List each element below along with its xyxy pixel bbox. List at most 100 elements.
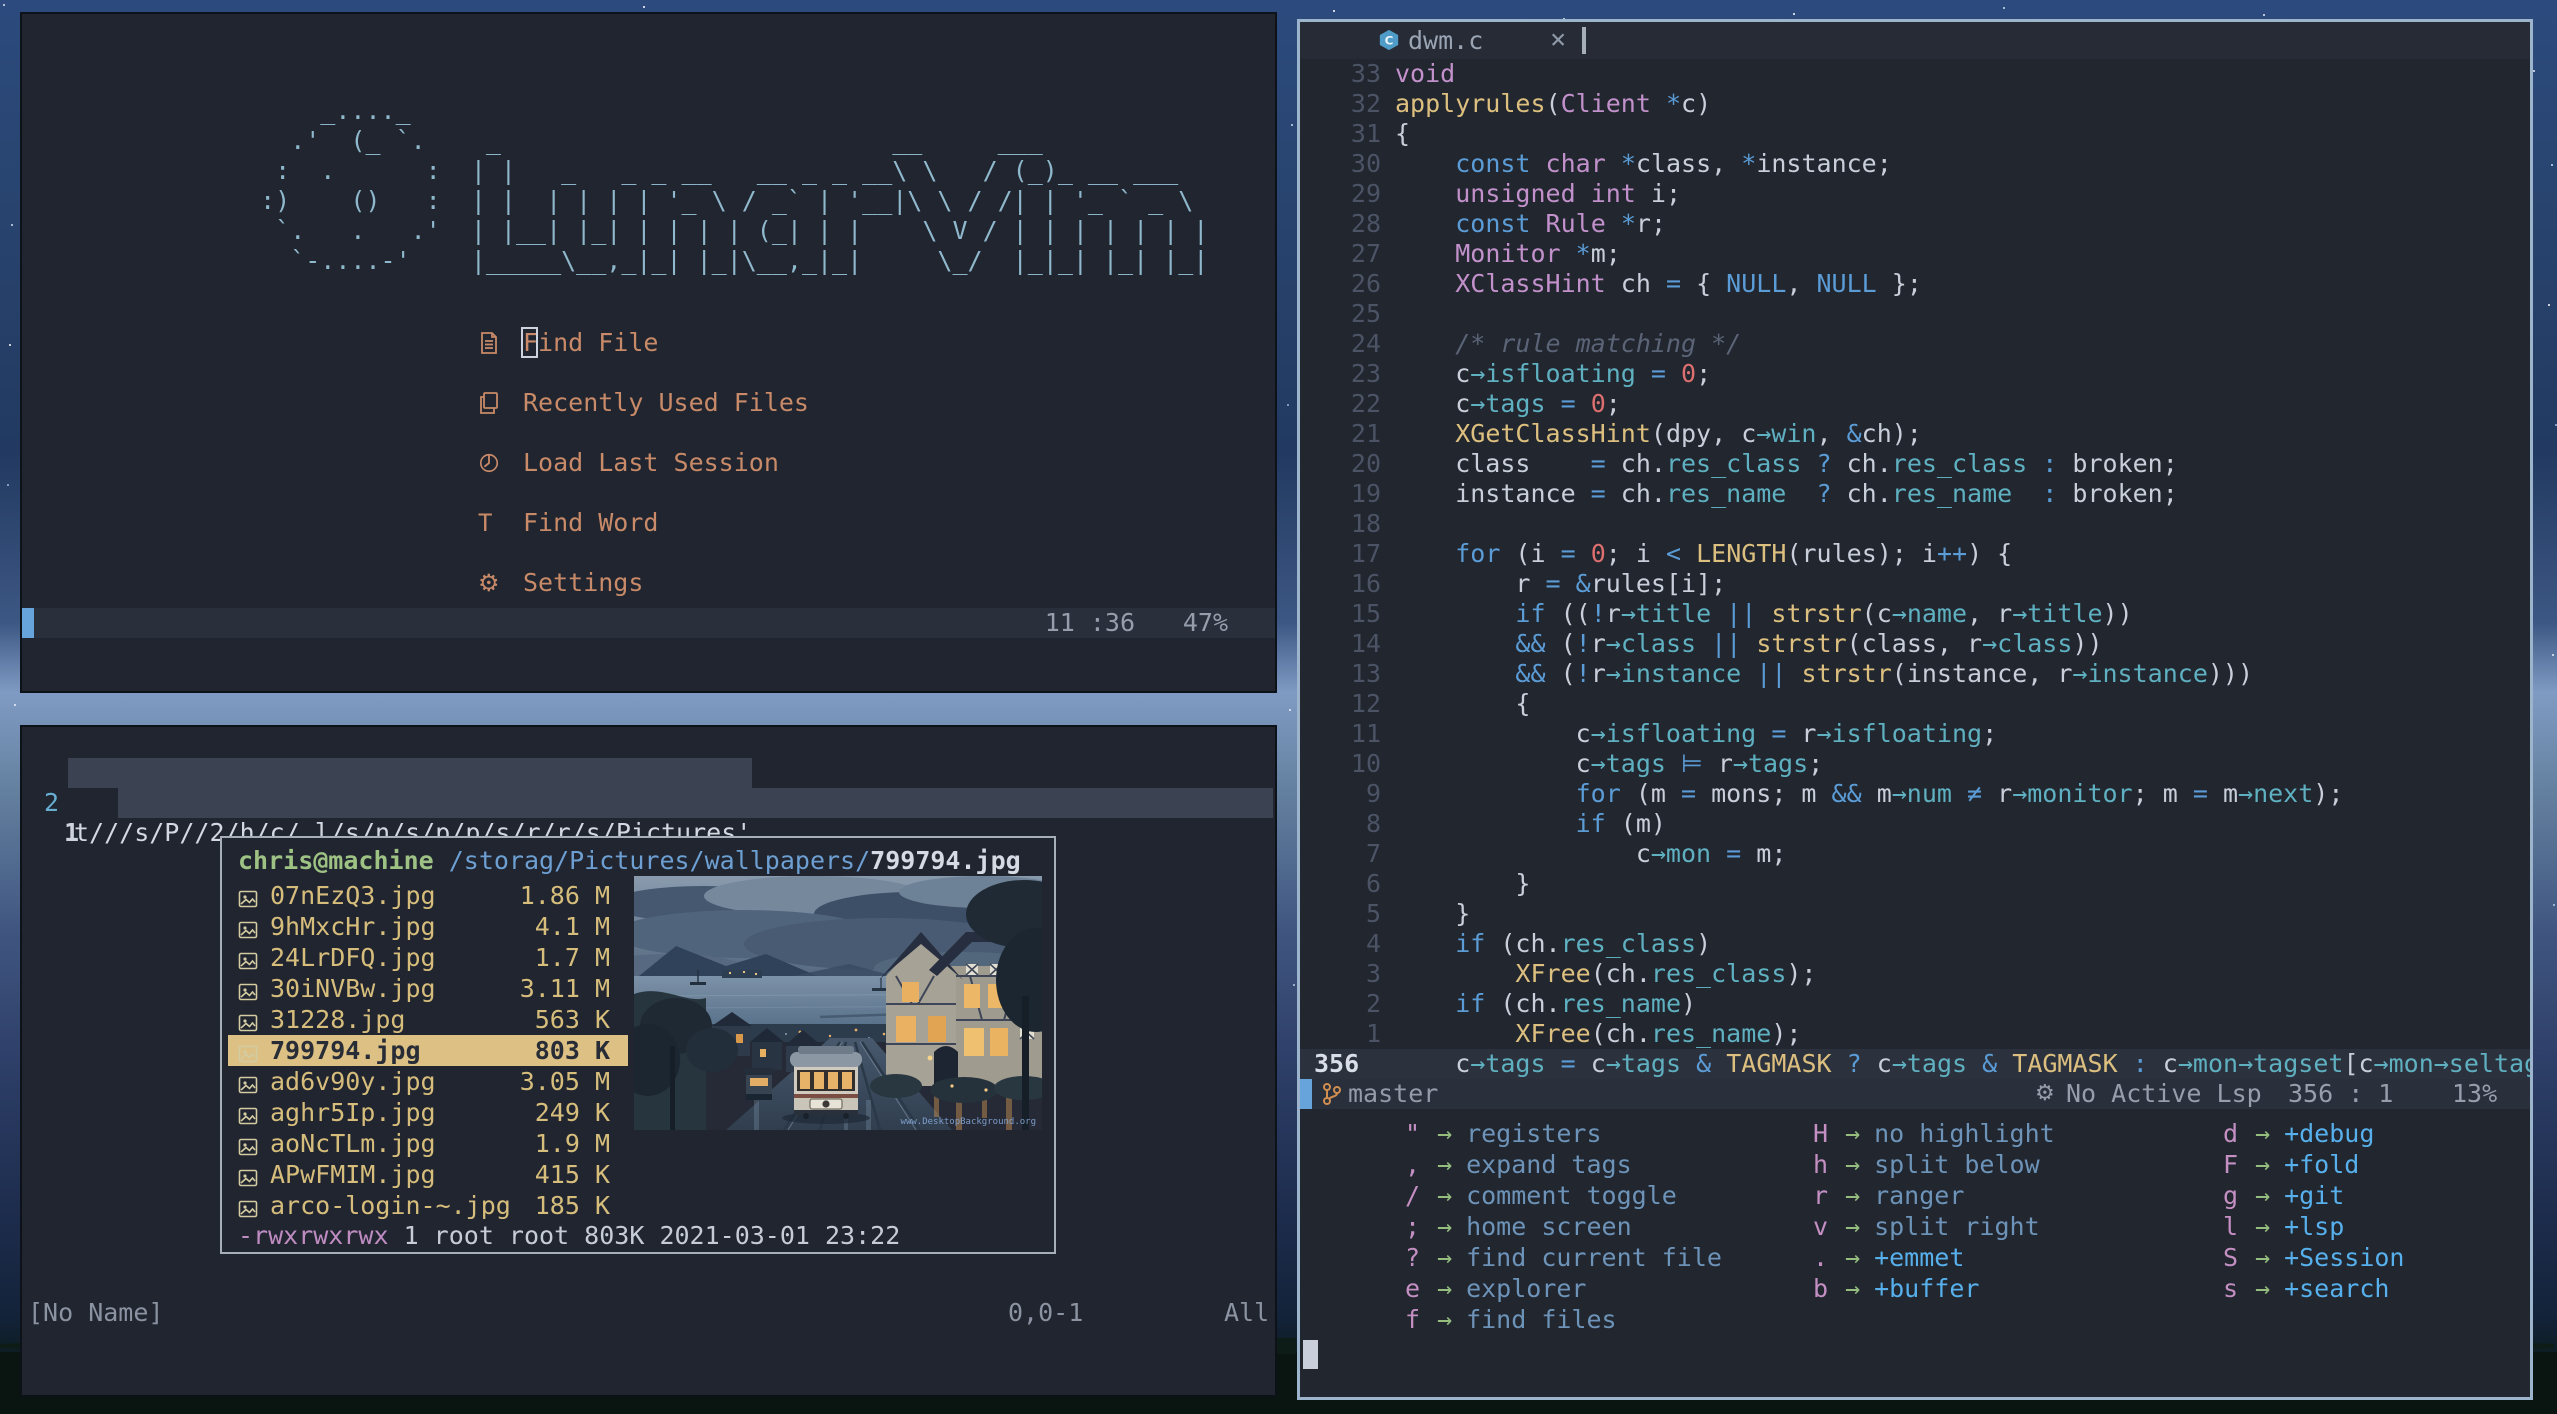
file-row[interactable]: aghr5Ip.jpg 249 K xyxy=(222,1097,632,1128)
menu-item-recently-used-files[interactable]: Recently Used Files xyxy=(478,388,809,418)
whichkey-binding: F → +fold xyxy=(2200,1149,2404,1180)
image-file-icon xyxy=(238,1133,258,1156)
statusline-position: 11 :36 xyxy=(1044,608,1135,637)
code-line[interactable]: 10 c→tags ⊨ r→tags; xyxy=(1300,749,2530,779)
git-branch-icon xyxy=(1323,1083,1341,1105)
whichkey-key: v xyxy=(1812,1212,1828,1241)
code-line[interactable]: 17 for (i = 0; i < LENGTH(rules); i++) { xyxy=(1300,539,2530,569)
whichkey-key: F xyxy=(2222,1150,2238,1179)
line-number: 10 xyxy=(1350,749,1381,778)
code-line[interactable]: 14 && (!r→class || strstr(class, r→class… xyxy=(1300,629,2530,659)
code-line[interactable]: 20 class = ch.res_class ? ch.res_class :… xyxy=(1300,449,2530,479)
line-text: unsigned int i; xyxy=(1455,179,1682,208)
file-row[interactable]: 30iNVBw.jpg 3.11 M xyxy=(222,973,632,1004)
code-line[interactable]: 22 c→tags = 0; xyxy=(1300,389,2530,419)
file-row[interactable]: 07nEzQ3.jpg 1.86 M xyxy=(222,880,632,911)
code-line[interactable]: 19 instance = ch.res_name ? ch.res_name … xyxy=(1300,479,2530,509)
code-line[interactable]: 23 c→isfloating = 0; xyxy=(1300,359,2530,389)
buffer-line[interactable]: 1 xyxy=(22,758,1275,847)
code-line[interactable]: 29 unsigned int i; xyxy=(1300,179,2530,209)
code-line[interactable]: 5 } xyxy=(1300,899,2530,929)
file-permissions: -rwxrwxrwx xyxy=(238,1221,389,1250)
whichkey-key: d xyxy=(2222,1119,2238,1148)
file-name: APwFMIM.jpg xyxy=(270,1160,436,1189)
image-file-icon xyxy=(238,1071,258,1094)
file-browser-window[interactable]: 2 t///s/P//2/h/c/.l/s/n/s/p/p/s/r/r/s/Pi… xyxy=(20,725,1277,1397)
code-line[interactable]: 27 Monitor *m; xyxy=(1300,239,2530,269)
code-line[interactable]: 3 XFree(ch.res_class); xyxy=(1300,959,2530,989)
dashboard-menu: Find File Recently Used Files Load Last Se… xyxy=(478,328,809,628)
lunarvim-dashboard-window[interactable]: _...._ .' (_ `. _ __ ___ : . : | | _ _ _… xyxy=(20,12,1277,693)
tab-dwm-c[interactable]: C dwm.c × xyxy=(1360,22,1590,59)
code-line[interactable]: 24 /* rule matching */ xyxy=(1300,329,2530,359)
code-line[interactable]: 12 { xyxy=(1300,689,2530,719)
code-line[interactable]: 25 xyxy=(1300,299,2530,329)
code-line[interactable]: 18 xyxy=(1300,509,2530,539)
editor-window[interactable]: C dwm.c × 33 void 32 applyrules(Client *c) 3… xyxy=(1297,19,2533,1400)
file-row[interactable]: arco-login-~.jpg 185 K xyxy=(222,1190,632,1221)
code-line[interactable]: 16 r = &rules[i]; xyxy=(1300,569,2530,599)
whichkey-label: home screen xyxy=(1466,1212,1632,1241)
code-line[interactable]: 7 c→mon = m; xyxy=(1300,839,2530,869)
whichkey-column-3: d → +debug F → +fold g → +git l → +lsp S → +Session s → +… xyxy=(2200,1118,2405,1304)
line-number: 26 xyxy=(1350,269,1381,298)
image-file-icon xyxy=(238,1009,258,1032)
arrow-icon: → xyxy=(1437,1274,1453,1303)
whichkey-binding: g → +git xyxy=(2200,1180,2404,1211)
file-size: 1.9 M xyxy=(534,1129,610,1158)
line-number: 1 xyxy=(64,818,80,847)
arrow-icon: → xyxy=(2255,1150,2271,1179)
line-number: 15 xyxy=(1350,599,1381,628)
file-row[interactable]: 31228.jpg 563 K xyxy=(222,1004,632,1035)
line-text: if (m) xyxy=(1575,809,1666,838)
whichkey-binding: S → +Session xyxy=(2200,1242,2405,1273)
file-row[interactable]: 799794.jpg 803 K xyxy=(222,1035,632,1066)
line-text: const Rule *r; xyxy=(1455,209,1666,238)
menu-item-load-last-session[interactable]: Load Last Session xyxy=(478,448,809,478)
tab-close-icon[interactable]: × xyxy=(1550,22,1566,58)
file-name: 30iNVBw.jpg xyxy=(270,974,436,1003)
git-branch-name: master xyxy=(1348,1079,1439,1108)
code-line[interactable]: 33 void xyxy=(1300,59,2530,89)
code-line[interactable]: 31 { xyxy=(1300,119,2530,149)
code-line[interactable]: 21 XGetClassHint(dpy, c→win, &ch); xyxy=(1300,419,2530,449)
image-file-icon xyxy=(238,1102,258,1125)
menu-item-settings[interactable]: ⚙ Settings xyxy=(478,568,809,598)
whichkey-key: S xyxy=(2222,1243,2238,1272)
menu-item-find-word[interactable]: T Find Word xyxy=(478,508,809,538)
find-word-icon: T xyxy=(478,509,493,537)
code-line[interactable]: 11 c→isfloating = r→isfloating; xyxy=(1300,719,2530,749)
line-text: c→mon = m; xyxy=(1395,839,1787,868)
code-line[interactable]: 30 const char *class, *instance; xyxy=(1300,149,2530,179)
file-row[interactable]: APwFMIM.jpg 415 K xyxy=(222,1159,632,1190)
code-line[interactable]: 9 for (m = mons; m && m→num ≠ r→monitor;… xyxy=(1300,779,2530,809)
file-name: aghr5Ip.jpg xyxy=(270,1098,436,1127)
code-line-current[interactable]: 356 c→tags = c→tags & TAGMASK ? c→tags &… xyxy=(1300,1049,2530,1079)
directory-path: /storag/Pictures/wallpapers/ xyxy=(433,846,871,875)
buffer-line[interactable]: 2 t///s/P//2/h/c/.l/s/n/s/p/p/s/r/r/s/Pi… xyxy=(22,728,1275,847)
file-row[interactable]: 9hMxcHr.jpg 4.1 M xyxy=(222,911,632,942)
code-area[interactable]: 33 void 32 applyrules(Client *c) 31{30 const… xyxy=(1300,59,2530,1079)
line-text: void xyxy=(1395,59,1456,88)
line-text: } xyxy=(1395,869,1531,898)
code-line[interactable]: 26 XClassHint ch = { NULL, NULL }; xyxy=(1300,269,2530,299)
code-line[interactable]: 28 const Rule *r; xyxy=(1300,209,2530,239)
recent-files-icon xyxy=(478,388,523,418)
whichkey-binding: H → no highlight xyxy=(1790,1118,2055,1149)
code-line[interactable]: 8 if (m) xyxy=(1300,809,2530,839)
mode-indicator-block xyxy=(1300,1079,1312,1109)
code-line[interactable]: 2 if (ch.res_name) xyxy=(1300,989,2530,1019)
code-line[interactable]: 1 XFree(ch.res_name); xyxy=(1300,1019,2530,1049)
code-line[interactable]: 4 if (ch.res_class) xyxy=(1300,929,2530,959)
line-text: { xyxy=(1395,689,1531,718)
code-line[interactable]: 6 } xyxy=(1300,869,2530,899)
line-text: XFree(ch.res_name); xyxy=(1515,1019,1802,1048)
line-number: 14 xyxy=(1350,629,1381,658)
file-row[interactable]: aoNcTLm.jpg 1.9 M xyxy=(222,1128,632,1159)
whichkey-label: +buffer xyxy=(1874,1274,1980,1303)
code-line[interactable]: 32 applyrules(Client *c) xyxy=(1300,89,2530,119)
code-line[interactable]: 15 if ((!r→title || strstr(c→name, r→tit… xyxy=(1300,599,2530,629)
file-row[interactable]: ad6v90y.jpg 3.05 M xyxy=(222,1066,632,1097)
file-row[interactable]: 24LrDFQ.jpg 1.7 M xyxy=(222,942,632,973)
code-line[interactable]: 13 && (!r→instance || strstr(instance, r… xyxy=(1300,659,2530,689)
